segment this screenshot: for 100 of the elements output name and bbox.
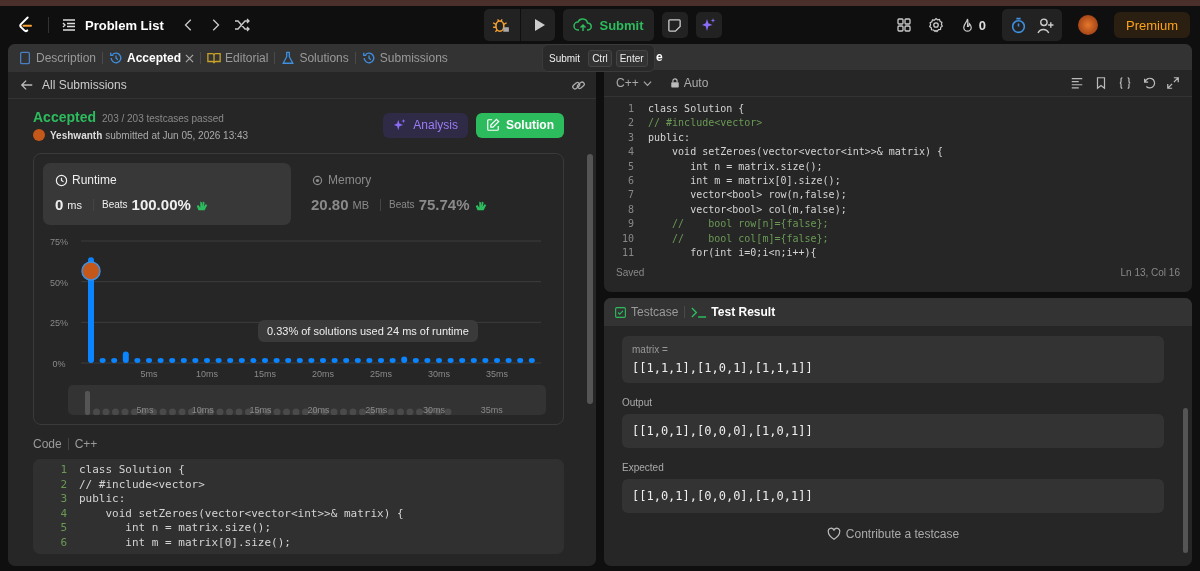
settings-icon[interactable] (927, 17, 944, 33)
histogram-bar[interactable] (505, 358, 512, 363)
histogram-bar[interactable] (389, 358, 396, 363)
histogram-bar[interactable] (470, 358, 477, 363)
scrollbar[interactable] (1183, 408, 1188, 553)
histogram-bar[interactable] (343, 358, 350, 363)
layout-icon[interactable] (895, 17, 912, 33)
timer-icon[interactable] (1010, 16, 1027, 34)
histogram-bar[interactable] (424, 358, 431, 363)
panel-tab[interactable]: Submissions (361, 51, 448, 65)
axis-label: 25ms (370, 369, 392, 379)
axis-label: 30ms (423, 405, 445, 415)
submit-button[interactable]: Submit (563, 9, 654, 41)
bookmark-icon[interactable] (1094, 76, 1108, 90)
panel-tab[interactable]: Solutions (281, 51, 349, 65)
histogram-bar[interactable] (204, 358, 210, 363)
histogram-bar[interactable] (262, 358, 268, 363)
metric-card[interactable]: Memory 20.80 MB Beats 75.74% (299, 163, 547, 225)
all-submissions-link[interactable]: All Submissions (42, 78, 127, 92)
panel-tab[interactable]: Testcase (614, 305, 679, 319)
histogram-bar[interactable] (192, 358, 199, 363)
histogram-bar[interactable] (354, 358, 361, 363)
histogram-bar[interactable] (412, 358, 419, 363)
undo-icon[interactable] (1142, 76, 1156, 90)
code-line: class Solution { (79, 463, 185, 478)
histogram-bar[interactable] (273, 358, 280, 363)
expand-icon[interactable] (1166, 76, 1180, 90)
histogram-bar[interactable] (528, 358, 535, 363)
contribute-link[interactable]: Contribute a testcase (622, 527, 1164, 541)
histogram-bar[interactable] (227, 358, 234, 363)
panel-tab[interactable]: Test Result (691, 305, 776, 319)
close-icon[interactable] (185, 53, 195, 63)
scrollbar[interactable] (587, 154, 593, 404)
metric-card[interactable]: Runtime 0 ms Beats 100.00% (43, 163, 291, 225)
analysis-button[interactable]: Analysis (383, 112, 468, 138)
histogram-bar[interactable] (378, 358, 384, 363)
line-number: 9 (626, 217, 635, 232)
histogram-bar[interactable] (99, 358, 106, 363)
shuffle-icon[interactable] (233, 17, 250, 33)
key-cap: Ctrl (588, 49, 612, 67)
input-value: [[1,1,1],[1,0,1],[1,1,1]] (632, 361, 814, 375)
axis-label: 20ms (312, 369, 334, 379)
note-button[interactable] (661, 12, 688, 38)
histogram-bar[interactable] (482, 358, 489, 363)
histogram-bar[interactable] (250, 358, 257, 363)
histogram-bar[interactable] (447, 358, 454, 363)
histogram-bar[interactable] (308, 358, 315, 363)
metric-label: Runtime (72, 173, 117, 187)
code-line: vector<bool> row(n,false); (689, 188, 847, 203)
panel-tab[interactable]: Description (18, 51, 97, 65)
tooltip-label: Submit (549, 52, 581, 64)
histogram-bar[interactable] (134, 358, 141, 363)
histogram-bar[interactable] (285, 358, 292, 363)
premium-button[interactable]: Premium (1114, 12, 1190, 38)
panel-tab[interactable]: Editorial (207, 51, 269, 65)
code-line: // bool row[n]={false}; (671, 217, 829, 232)
histogram-bar[interactable] (122, 351, 129, 363)
tab-icon (207, 51, 222, 65)
problem-list-link[interactable]: Problem List (85, 17, 164, 33)
line-number: 5 (626, 159, 635, 174)
histogram-bar[interactable] (366, 358, 373, 363)
panel-tab[interactable]: Accepted (109, 51, 195, 65)
histogram-bar[interactable] (111, 358, 118, 363)
line-number: 1 (626, 102, 635, 116)
list-icon[interactable] (61, 17, 77, 33)
axis-label: 10ms (196, 369, 218, 379)
language-dropdown[interactable]: C++ (616, 76, 652, 90)
histogram-bar[interactable] (320, 358, 326, 363)
panel-title[interactable]: e (656, 50, 663, 64)
histogram-bar[interactable] (331, 358, 338, 363)
avatar[interactable] (1078, 15, 1098, 35)
code-line: // bool col[m]={false}; (671, 231, 829, 246)
histogram-bar[interactable] (517, 358, 524, 363)
histogram-bar[interactable] (215, 358, 222, 363)
histogram-bar[interactable] (494, 358, 500, 363)
align-left-icon[interactable] (1070, 76, 1084, 90)
braces-icon[interactable] (1118, 76, 1132, 90)
histogram-bar[interactable] (401, 356, 408, 363)
histogram-bar[interactable] (296, 358, 303, 363)
tab-icon (281, 51, 296, 65)
histogram-bar[interactable] (238, 358, 245, 363)
bug-lock-icon[interactable] (492, 16, 511, 34)
histogram-bar[interactable] (436, 358, 442, 363)
histogram-bar[interactable] (169, 358, 176, 363)
histogram-bar[interactable] (459, 358, 466, 363)
code-line: int n = matrix.size(); (124, 521, 272, 536)
lock-icon (669, 78, 680, 88)
chip-icon (311, 173, 324, 187)
histogram-bar[interactable] (180, 358, 187, 363)
histogram-bar[interactable] (146, 358, 152, 363)
ai-button[interactable] (695, 12, 722, 38)
streak-counter[interactable]: 0 (959, 17, 986, 33)
histogram-bar[interactable] (157, 358, 164, 363)
chart-overview[interactable]: 5ms 10ms 15ms 20ms 25ms 30ms 35ms (68, 385, 546, 415)
mode-label[interactable]: Auto (683, 76, 709, 90)
add-user-icon[interactable] (1037, 16, 1054, 34)
line-number: 6 (59, 535, 68, 550)
back-arrow-icon[interactable] (20, 78, 34, 92)
user-name[interactable]: Yeshwanth (50, 129, 103, 141)
metric-unit: ms (67, 198, 82, 211)
